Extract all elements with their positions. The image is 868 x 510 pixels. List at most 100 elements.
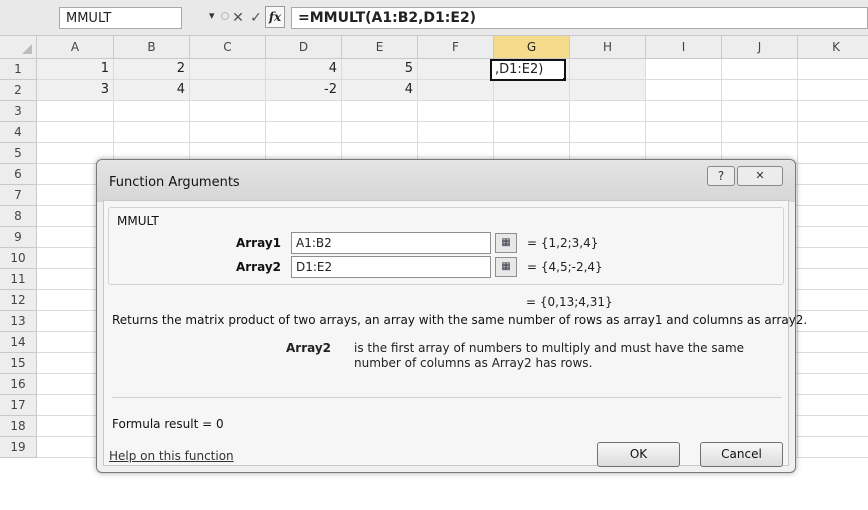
cell-c3[interactable] xyxy=(190,101,266,122)
cell-b3[interactable] xyxy=(114,101,190,122)
column-header-g[interactable]: G xyxy=(494,36,570,59)
cell-j2[interactable] xyxy=(722,80,798,101)
cell-d2[interactable]: -2 xyxy=(266,80,342,101)
cell-k13[interactable] xyxy=(798,311,868,332)
cell-f2[interactable] xyxy=(418,80,494,101)
cell-k6[interactable] xyxy=(798,164,868,185)
help-icon[interactable]: ? xyxy=(707,166,735,186)
cell-a1[interactable]: 1 xyxy=(37,59,114,80)
cell-k2[interactable] xyxy=(798,80,868,101)
cell-a2[interactable]: 3 xyxy=(37,80,114,101)
active-cell-editor[interactable]: ,D1:E2) xyxy=(490,59,566,81)
cell-b2[interactable]: 4 xyxy=(114,80,190,101)
cancel-button[interactable]: Cancel xyxy=(700,442,783,467)
cell-a3[interactable] xyxy=(37,101,114,122)
row-header-19[interactable]: 19 xyxy=(0,437,37,458)
cell-k15[interactable] xyxy=(798,353,868,374)
cell-k7[interactable] xyxy=(798,185,868,206)
row-header-11[interactable]: 11 xyxy=(0,269,37,290)
row-header-3[interactable]: 3 xyxy=(0,101,37,122)
cell-k14[interactable] xyxy=(798,332,868,353)
cell-h2[interactable] xyxy=(570,80,646,101)
help-on-function-link[interactable]: Help on this function xyxy=(109,449,234,463)
row-header-17[interactable]: 17 xyxy=(0,395,37,416)
cancel-entry-icon[interactable]: ✕ xyxy=(229,7,247,29)
select-all-corner[interactable] xyxy=(0,36,37,59)
cell-c1[interactable] xyxy=(190,59,266,80)
row-header-4[interactable]: 4 xyxy=(0,122,37,143)
collapse-dialog-icon[interactable]: ▦ xyxy=(495,233,517,253)
column-header-h[interactable]: H xyxy=(570,36,646,59)
row-header-8[interactable]: 8 xyxy=(0,206,37,227)
column-header-j[interactable]: J xyxy=(722,36,798,59)
cell-h4[interactable] xyxy=(570,122,646,143)
cell-k12[interactable] xyxy=(798,290,868,311)
row-header-15[interactable]: 15 xyxy=(0,353,37,374)
cell-k16[interactable] xyxy=(798,374,868,395)
cell-k1[interactable] xyxy=(798,59,868,80)
column-header-i[interactable]: I xyxy=(646,36,722,59)
cell-k19[interactable] xyxy=(798,437,868,458)
row-header-10[interactable]: 10 xyxy=(0,248,37,269)
cell-k17[interactable] xyxy=(798,395,868,416)
row-header-12[interactable]: 12 xyxy=(0,290,37,311)
row-header-5[interactable]: 5 xyxy=(0,143,37,164)
cell-b4[interactable] xyxy=(114,122,190,143)
chevron-down-icon[interactable]: ▾ xyxy=(209,9,215,22)
enter-check-icon[interactable]: ✓ xyxy=(247,7,265,29)
column-header-c[interactable]: C xyxy=(190,36,266,59)
cell-i3[interactable] xyxy=(646,101,722,122)
cell-d1[interactable]: 4 xyxy=(266,59,342,80)
insert-function-icon[interactable]: fx xyxy=(265,6,285,28)
cell-k4[interactable] xyxy=(798,122,868,143)
cell-i2[interactable] xyxy=(646,80,722,101)
cell-i1[interactable] xyxy=(646,59,722,80)
close-icon[interactable]: ✕ xyxy=(737,166,783,186)
cell-h3[interactable] xyxy=(570,101,646,122)
formula-input[interactable]: =MMULT(A1:B2,D1:E2) xyxy=(291,7,868,29)
cell-f4[interactable] xyxy=(418,122,494,143)
cell-k5[interactable] xyxy=(798,143,868,164)
cell-j1[interactable] xyxy=(722,59,798,80)
cell-e2[interactable]: 4 xyxy=(342,80,418,101)
array2-input[interactable]: D1:E2 xyxy=(291,256,491,278)
cell-e4[interactable] xyxy=(342,122,418,143)
cell-a4[interactable] xyxy=(37,122,114,143)
row-header-9[interactable]: 9 xyxy=(0,227,37,248)
cell-g4[interactable] xyxy=(494,122,570,143)
fill-handle[interactable] xyxy=(563,78,564,79)
row-header-14[interactable]: 14 xyxy=(0,332,37,353)
cell-e1[interactable]: 5 xyxy=(342,59,418,80)
row-header-13[interactable]: 13 xyxy=(0,311,37,332)
cell-k9[interactable] xyxy=(798,227,868,248)
cell-d3[interactable] xyxy=(266,101,342,122)
cell-f1[interactable] xyxy=(418,59,494,80)
cell-f3[interactable] xyxy=(418,101,494,122)
cell-b1[interactable]: 2 xyxy=(114,59,190,80)
cell-i4[interactable] xyxy=(646,122,722,143)
ok-button[interactable]: OK xyxy=(597,442,680,467)
cell-g2[interactable] xyxy=(494,80,570,101)
cell-c2[interactable] xyxy=(190,80,266,101)
cell-g3[interactable] xyxy=(494,101,570,122)
cell-k8[interactable] xyxy=(798,206,868,227)
cell-k3[interactable] xyxy=(798,101,868,122)
row-header-1[interactable]: 1 xyxy=(0,59,37,80)
row-header-6[interactable]: 6 xyxy=(0,164,37,185)
dialog-titlebar[interactable]: Function Arguments ? ✕ xyxy=(97,160,795,202)
column-header-e[interactable]: E xyxy=(342,36,418,59)
row-header-18[interactable]: 18 xyxy=(0,416,37,437)
cell-h1[interactable] xyxy=(570,59,646,80)
column-header-f[interactable]: F xyxy=(418,36,494,59)
cell-k11[interactable] xyxy=(798,269,868,290)
cell-c4[interactable] xyxy=(190,122,266,143)
column-header-b[interactable]: B xyxy=(114,36,190,59)
cell-k18[interactable] xyxy=(798,416,868,437)
cell-d4[interactable] xyxy=(266,122,342,143)
name-box[interactable]: MMULT xyxy=(59,7,182,29)
cell-e3[interactable] xyxy=(342,101,418,122)
row-header-2[interactable]: 2 xyxy=(0,80,37,101)
row-header-16[interactable]: 16 xyxy=(0,374,37,395)
row-header-7[interactable]: 7 xyxy=(0,185,37,206)
column-header-d[interactable]: D xyxy=(266,36,342,59)
